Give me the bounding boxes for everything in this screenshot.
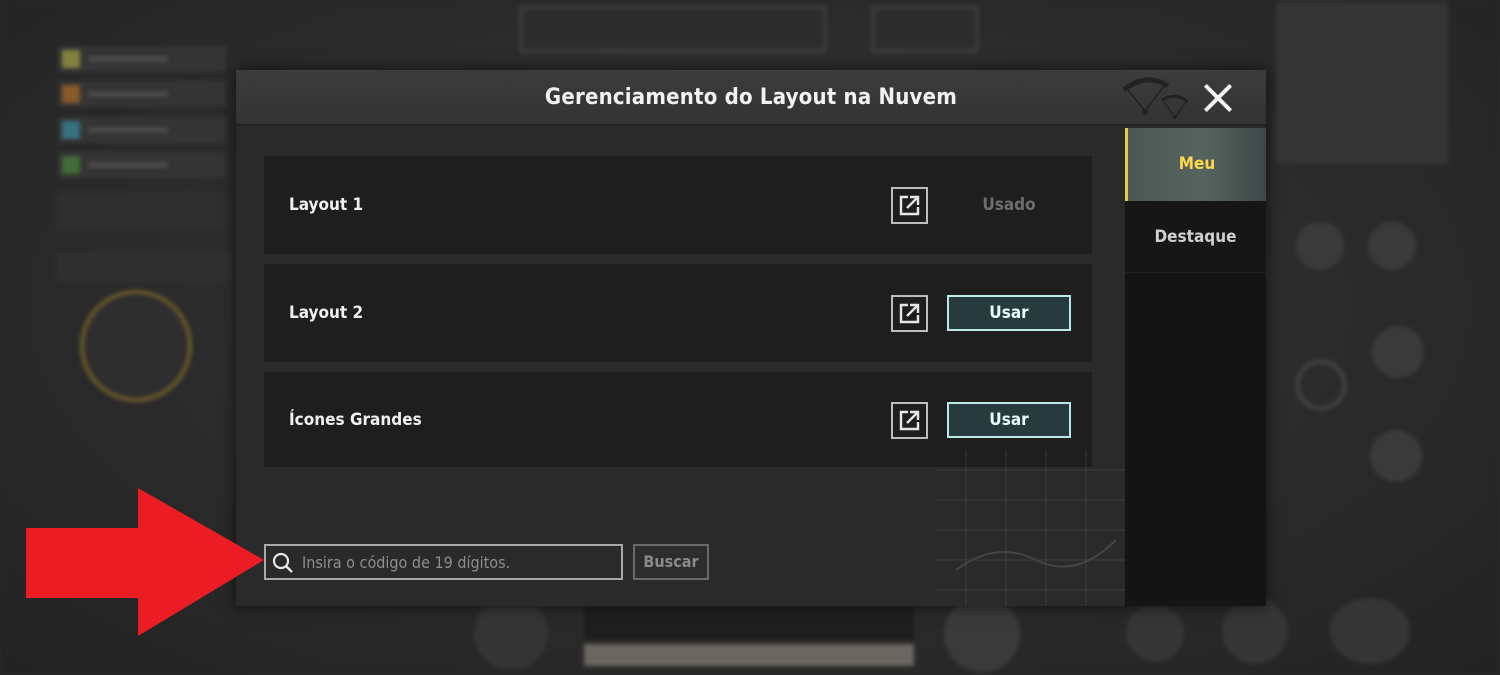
hud-circle <box>474 596 548 670</box>
red-arrow-icon <box>26 488 264 636</box>
share-layout-button[interactable] <box>891 187 928 224</box>
layout-name: Layout 1 <box>289 195 364 215</box>
tab-meu[interactable]: Meu <box>1125 128 1266 201</box>
layout-name: Layout 2 <box>289 303 364 323</box>
hud-circle <box>1370 430 1422 482</box>
cloud-layout-dialog: Gerenciamento do Layout na Nuvem Layout … <box>236 70 1266 606</box>
layout-row: Layout 2 Usar <box>264 264 1092 362</box>
hud-circle <box>1222 598 1288 664</box>
tab-label: Meu <box>1178 154 1216 174</box>
hud-bar <box>584 644 914 666</box>
map-grid-texture <box>936 450 1136 606</box>
tab-column: Meu Destaque <box>1125 128 1266 606</box>
hud-bar <box>56 252 232 282</box>
hud-circle <box>1126 604 1184 662</box>
hud-weapon-circle <box>80 290 192 402</box>
external-share-icon <box>899 303 920 324</box>
hud-circle <box>1330 598 1410 664</box>
search-icon <box>272 552 293 573</box>
share-layout-button[interactable] <box>891 295 928 332</box>
layout-row: Layout 1 Usado <box>264 156 1092 254</box>
layout-code-input[interactable] <box>302 546 617 578</box>
external-share-icon <box>899 195 920 216</box>
hud-mode-select <box>520 6 826 52</box>
hud-bar <box>584 606 914 640</box>
use-layout-button[interactable]: Usar <box>947 295 1071 331</box>
hud-minimap <box>1276 2 1448 164</box>
used-status-label: Usado <box>982 195 1036 215</box>
dialog-title: Gerenciamento do Layout na Nuvem <box>544 85 958 110</box>
use-layout-button[interactable]: Usar <box>947 402 1071 438</box>
hud-circle <box>1296 360 1346 410</box>
hud-chip <box>58 81 226 107</box>
hud-button <box>56 192 228 230</box>
hud-circle <box>944 596 1020 672</box>
hud-chip <box>58 46 226 72</box>
dialog-header: Gerenciamento do Layout na Nuvem <box>236 70 1266 126</box>
search-button[interactable]: Buscar <box>633 544 709 580</box>
layout-name: Ícones Grandes <box>289 409 422 430</box>
external-share-icon <box>899 410 920 431</box>
tab-label: Destaque <box>1154 227 1237 247</box>
hud-chip <box>58 117 226 143</box>
hud-circle <box>1296 222 1344 270</box>
hud-chip <box>58 152 226 178</box>
close-icon[interactable] <box>1196 76 1240 120</box>
search-box <box>264 544 623 580</box>
hud-circle <box>1372 326 1424 378</box>
tab-destaque[interactable]: Destaque <box>1125 201 1266 273</box>
share-layout-button[interactable] <box>891 402 928 439</box>
hud-circle <box>1368 222 1416 270</box>
hud-save <box>872 6 978 52</box>
